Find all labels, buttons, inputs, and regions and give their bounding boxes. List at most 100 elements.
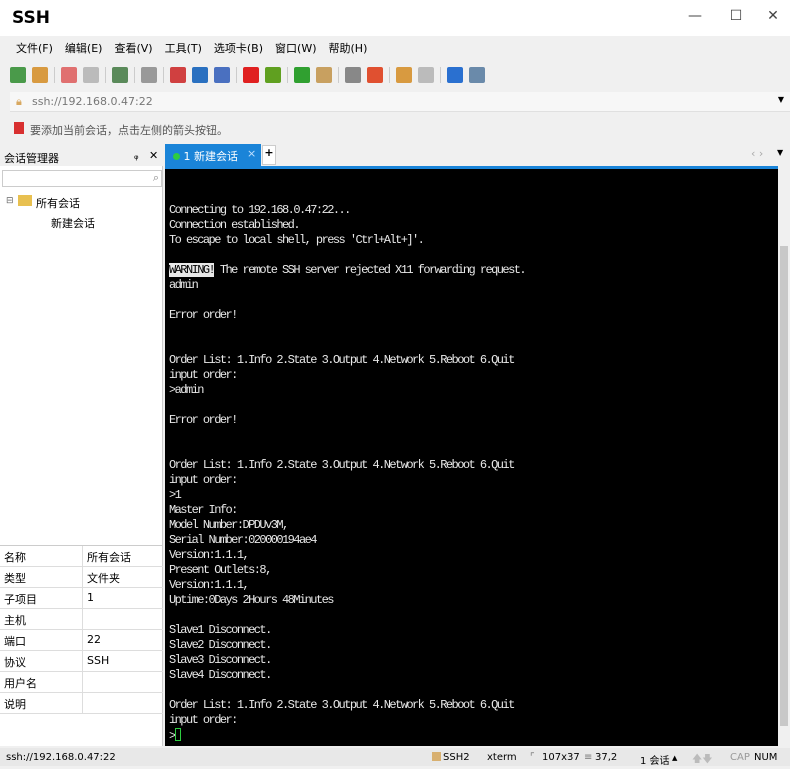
- status-num: NUM: [754, 752, 778, 763]
- fullscreen-icon[interactable]: [294, 67, 310, 83]
- terminal-line: WARNING! The remote SSH server rejected …: [169, 263, 527, 278]
- menu-view[interactable]: 查看(V): [108, 38, 158, 58]
- sessions-up-icon[interactable]: ▲: [672, 754, 677, 762]
- status-bar: ssh://192.168.0.47:22 SSH2 xterm ⌜ 107x3…: [0, 748, 790, 769]
- close-panel-button[interactable]: ✕: [149, 149, 158, 162]
- menu-window[interactable]: 窗口(W): [269, 38, 322, 58]
- property-value: 文件夹: [87, 572, 120, 585]
- add-tab-button[interactable]: +: [262, 145, 276, 165]
- property-value: SSH: [87, 654, 110, 667]
- property-key: 类型: [0, 567, 83, 587]
- terminal-line: Slave2 Disconnect.: [169, 638, 272, 652]
- title-bar: SSH — ☐ ✕: [0, 0, 790, 36]
- menu-tabs[interactable]: 选项卡(B): [208, 38, 269, 58]
- session-search-input[interactable]: ⌕: [2, 170, 162, 187]
- terminal-line: Present Outlets:8,: [169, 563, 272, 577]
- menu-tools[interactable]: 工具(T): [159, 38, 208, 58]
- property-key: 子项目: [0, 588, 83, 608]
- address-dropdown-icon[interactable]: ▼: [778, 95, 784, 104]
- address-input[interactable]: ssh://192.168.0.47:22: [32, 95, 153, 108]
- maximize-button[interactable]: ☐: [721, 8, 751, 24]
- property-row: 主机: [0, 609, 163, 630]
- menu-file[interactable]: 文件(F): [10, 38, 59, 58]
- bookmark-arrow-icon[interactable]: [14, 122, 24, 134]
- property-row: 协议 SSH: [0, 651, 163, 672]
- find-icon[interactable]: [141, 67, 157, 83]
- pin-icon[interactable]: ᵩ: [134, 149, 139, 162]
- terminal-line: Slave1 Disconnect.: [169, 623, 272, 637]
- tab-label: 1 新建会话: [183, 150, 239, 163]
- terminal-line: Order List: 1.Info 2.State 3.Output 4.Ne…: [169, 698, 515, 712]
- font-icon[interactable]: [214, 67, 230, 83]
- status-sessions[interactable]: 1 会话: [640, 752, 670, 767]
- terminal-prompt-line[interactable]: >: [169, 728, 525, 744]
- status-protocol: SSH2: [443, 752, 470, 763]
- scrollbar-thumb[interactable]: [780, 246, 788, 726]
- xftp-icon[interactable]: [265, 67, 281, 83]
- property-key: 主机: [0, 609, 83, 629]
- help-icon[interactable]: [447, 67, 463, 83]
- tree-item-new-session[interactable]: 新建会话: [51, 215, 95, 231]
- property-key: 说明: [0, 693, 83, 713]
- toolbar-separator: [236, 67, 237, 83]
- address-bar[interactable]: 🔒︎ ssh://192.168.0.47:22 ▼: [10, 92, 790, 112]
- property-value: [83, 609, 91, 629]
- toolbar-separator: [105, 67, 106, 83]
- terminal-line: Order List: 1.Info 2.State 3.Output 4.Ne…: [169, 458, 515, 472]
- terminal-line: To escape to local shell, press 'Ctrl+Al…: [169, 233, 425, 247]
- status-size: 107x37: [542, 752, 580, 763]
- session-manager-title: 会话管理器: [4, 152, 59, 165]
- xshell-icon[interactable]: [243, 67, 259, 83]
- lock-icon: 🔒︎: [16, 95, 22, 108]
- terminal-line: Error order!: [169, 413, 238, 427]
- connected-status-icon: [173, 153, 180, 160]
- status-address: ssh://192.168.0.47:22: [6, 752, 116, 763]
- close-button[interactable]: ✕: [758, 8, 788, 24]
- new-session-icon[interactable]: [10, 67, 26, 83]
- toolbar-separator: [338, 67, 339, 83]
- tab-close-button[interactable]: ×: [247, 147, 256, 160]
- keyboard-icon[interactable]: [345, 67, 361, 83]
- terminal-line: Order List: 1.Info 2.State 3.Output 4.Ne…: [169, 353, 515, 367]
- tab-new-session[interactable]: 1 新建会话 ×: [165, 144, 261, 166]
- property-row: 端口 22: [0, 630, 163, 651]
- minimize-button[interactable]: —: [680, 8, 710, 24]
- terminal-line: Master Info:: [169, 503, 238, 517]
- highlight-icon[interactable]: [367, 67, 383, 83]
- session-properties-icon[interactable]: [112, 67, 128, 83]
- property-row: 说明: [0, 693, 163, 714]
- menu-help[interactable]: 帮助(H): [323, 38, 374, 58]
- property-value: [83, 672, 91, 692]
- lock-icon[interactable]: [316, 67, 332, 83]
- scroll-arrows-icon[interactable]: 🡅🡇: [692, 752, 713, 769]
- panel-icon[interactable]: [418, 67, 434, 83]
- cursor-position-icon: ≡: [584, 752, 593, 763]
- status-terminal-type: xterm: [487, 752, 517, 763]
- disconnect-icon[interactable]: [61, 67, 77, 83]
- session-manager-header: 会话管理器 ᵩ ✕: [0, 146, 163, 166]
- terminal-line: Slave4 Disconnect.: [169, 668, 272, 682]
- open-folder-icon[interactable]: [32, 67, 48, 83]
- terminal-line: input order:: [169, 368, 238, 382]
- new-tab-icon[interactable]: [396, 67, 412, 83]
- tab-list-dropdown[interactable]: ▼: [777, 148, 783, 157]
- chat-icon[interactable]: [469, 67, 485, 83]
- reconnect-icon[interactable]: [83, 67, 99, 83]
- terminal-line: Version:1.1.1,: [169, 548, 250, 562]
- layout-icon[interactable]: [170, 67, 186, 83]
- terminal-scrollbar[interactable]: [778, 166, 790, 746]
- toolbar-separator: [163, 67, 164, 83]
- tree-collapse-icon[interactable]: ⊟: [6, 196, 14, 206]
- property-row: 子项目 1: [0, 588, 163, 609]
- globe-icon[interactable]: [192, 67, 208, 83]
- menu-edit[interactable]: 编辑(E): [59, 38, 109, 58]
- menu-bar: 文件(F) 编辑(E) 查看(V) 工具(T) 选项卡(B) 窗口(W) 帮助(…: [10, 38, 373, 58]
- tree-item-all-sessions[interactable]: 所有会话: [36, 195, 80, 211]
- toolbar-separator: [54, 67, 55, 83]
- tab-scroll-arrows[interactable]: ‹ ›: [751, 147, 763, 160]
